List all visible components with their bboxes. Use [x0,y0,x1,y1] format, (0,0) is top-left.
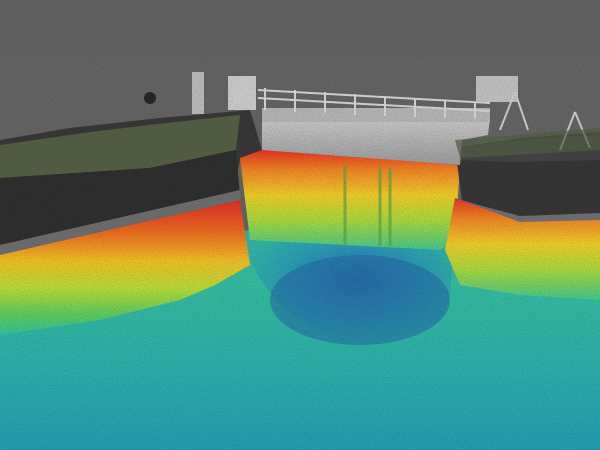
scene-svg [0,0,600,450]
point-grain [0,60,600,450]
point-cloud-scene [0,0,600,450]
